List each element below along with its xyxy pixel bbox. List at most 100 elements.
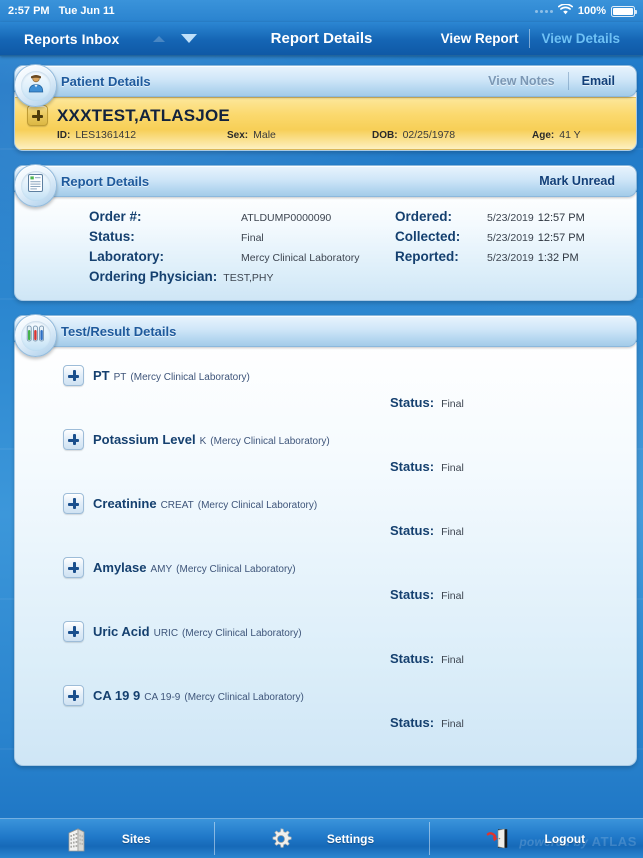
email-button[interactable]: Email [569, 74, 628, 88]
view-notes-button[interactable]: View Notes [475, 74, 567, 88]
patient-field-age: Age: 41 Y [532, 129, 581, 141]
test-code: AMY [150, 563, 173, 575]
chevron-up-icon[interactable] [153, 35, 166, 42]
plus-icon[interactable] [27, 105, 48, 126]
report-status-value: Final [241, 232, 264, 244]
patient-id-label: ID: [57, 130, 71, 141]
laboratory-value: Mercy Clinical Laboratory [241, 252, 360, 264]
test-status-value: Final [441, 526, 464, 538]
signal-dots-icon [534, 9, 553, 13]
test-code: URIC [153, 627, 179, 639]
reports-inbox-button[interactable]: Reports Inbox [24, 31, 119, 47]
plus-icon[interactable] [63, 365, 84, 386]
patient-id-value: LES1361412 [75, 129, 137, 141]
test-status-label: Status: [390, 395, 435, 410]
report-field-laboratory: Laboratory: Mercy Clinical Laboratory [89, 249, 395, 264]
plus-icon[interactable] [63, 621, 84, 642]
plus-icon[interactable] [63, 493, 84, 514]
report-details-panel: Report Details Mark Unread Order #: ATLD… [6, 164, 637, 301]
order-number-value: ATLDUMP0000090 [241, 212, 332, 224]
view-report-tab[interactable]: View Report [430, 31, 530, 46]
toolbar-item-sites[interactable]: Sites [0, 819, 214, 858]
test-name: Amylase [93, 559, 147, 575]
test-code: CA 19-9 [144, 691, 181, 703]
list-item[interactable]: Potassium Level K (Mercy Clinical Laborato… [15, 419, 636, 483]
test-status-value: Final [441, 398, 464, 410]
order-number-label: Order #: [89, 209, 142, 224]
logout-door-icon [486, 826, 510, 852]
report-panel-header: Report Details Mark Unread [14, 165, 637, 197]
report-panel-body: Order #: ATLDUMP0000090 Status: Final La… [14, 192, 637, 301]
patient-sex-label: Sex: [227, 130, 249, 141]
patient-name: XXXTEST,ATLASJOE [57, 105, 230, 125]
toolbar-item-logout[interactable]: Logout [428, 819, 643, 858]
ordered-time: 12:57 PM [537, 212, 585, 224]
report-fields-grid: Order #: ATLDUMP0000090 Status: Final La… [15, 197, 636, 300]
patient-dob-value: 02/25/1978 [402, 129, 456, 141]
patient-meta-row: ID: LES1361412 Sex: Male DOB: 02/25/1978 [27, 129, 624, 141]
test-tubes-icon [25, 324, 46, 348]
list-item[interactable]: CA 19 9 CA 19-9 (Mercy Clinical Laboratory… [15, 675, 636, 739]
report-field-collected: Collected: 5/23/2019 12:57 PM [395, 229, 585, 244]
reported-date: 5/23/2019 [487, 252, 534, 264]
reported-label: Reported: [395, 249, 459, 264]
status-bar-date: Tue Jun 11 [58, 5, 115, 17]
test-badge [14, 314, 57, 357]
patient-badge [14, 64, 57, 107]
patient-panel-body: XXXTEST,ATLASJOE ID: LES1361412 Sex: Mal… [14, 92, 637, 151]
test-lab: (Mercy Clinical Laboratory) [176, 563, 296, 575]
navigation-bar: Reports Inbox Report Details View Report… [0, 22, 643, 56]
test-code: K [199, 435, 207, 447]
collected-time: 12:57 PM [537, 232, 585, 244]
test-name: PT [93, 367, 110, 383]
test-panel-body: PT PT (Mercy Clinical Laboratory) Status: … [14, 342, 637, 766]
test-name: Uric Acid [93, 623, 150, 639]
list-item[interactable]: Uric Acid URIC (Mercy Clinical Laboratory)… [15, 611, 636, 675]
toolbar-label-logout: Logout [544, 831, 586, 846]
report-panel-title: Report Details [61, 173, 150, 189]
patient-field-dob: DOB: 02/25/1978 [372, 129, 532, 141]
document-icon [27, 173, 45, 198]
battery-full-icon [611, 5, 637, 17]
test-lab: (Mercy Clinical Laboratory) [197, 499, 318, 511]
ordering-physician-value: TEST,PHY [223, 272, 274, 284]
list-item[interactable]: Amylase AMY (Mercy Clinical Laboratory) St… [15, 547, 636, 611]
plus-icon[interactable] [63, 429, 84, 450]
report-status-label: Status: [89, 229, 135, 244]
patient-field-id: ID: LES1361412 [57, 129, 227, 141]
chevron-down-icon[interactable] [181, 34, 198, 43]
report-field-physician: Ordering Physician: TEST,PHY [89, 269, 395, 284]
test-lab: (Mercy Clinical Laboratory) [184, 691, 304, 703]
plus-icon[interactable] [63, 557, 84, 578]
toolbar-item-settings[interactable]: Settings [214, 819, 428, 858]
test-status-label: Status: [390, 651, 435, 666]
ordered-label: Ordered: [395, 209, 453, 224]
test-status-value: Final [441, 718, 464, 730]
ordered-date: 5/23/2019 [487, 212, 534, 224]
test-status-label: Status: [390, 715, 435, 730]
gear-icon [269, 826, 293, 852]
test-status-value: Final [441, 590, 464, 602]
mark-unread-button[interactable]: Mark Unread [526, 174, 628, 188]
list-item[interactable]: Creatinine CREAT (Mercy Clinical Laborator… [15, 483, 636, 547]
test-lab: (Mercy Clinical Laboratory) [130, 371, 250, 383]
patient-age-label: Age: [532, 130, 555, 141]
test-status-value: Final [441, 654, 464, 666]
collected-label: Collected: [395, 229, 461, 244]
ordering-physician-label: Ordering Physician: [89, 269, 218, 284]
test-result-details-panel: Test/Result Details PT PT (Mercy Clinical … [6, 314, 637, 766]
view-details-tab[interactable]: View Details [530, 31, 631, 46]
test-name: Potassium Level [93, 431, 196, 447]
status-bar: 2:57 PM Tue Jun 11 100% [0, 0, 643, 22]
battery-percent-label: 100% [577, 5, 606, 17]
patient-age-value: 41 Y [559, 129, 581, 141]
patient-dob-label: DOB: [372, 130, 398, 141]
plus-icon[interactable] [63, 685, 84, 706]
reported-time: 1:32 PM [537, 252, 579, 264]
patient-details-panel: Patient Details View Notes Email XXXTEST… [6, 64, 637, 151]
test-status-label: Status: [390, 587, 435, 602]
patient-row[interactable]: XXXTEST,ATLASJOE ID: LES1361412 Sex: Mal… [15, 97, 636, 150]
list-item[interactable]: PT PT (Mercy Clinical Laboratory) Status: … [15, 355, 636, 419]
patient-sex-value: Male [253, 129, 276, 141]
report-field-ordered: Ordered: 5/23/2019 12:57 PM [395, 209, 585, 224]
